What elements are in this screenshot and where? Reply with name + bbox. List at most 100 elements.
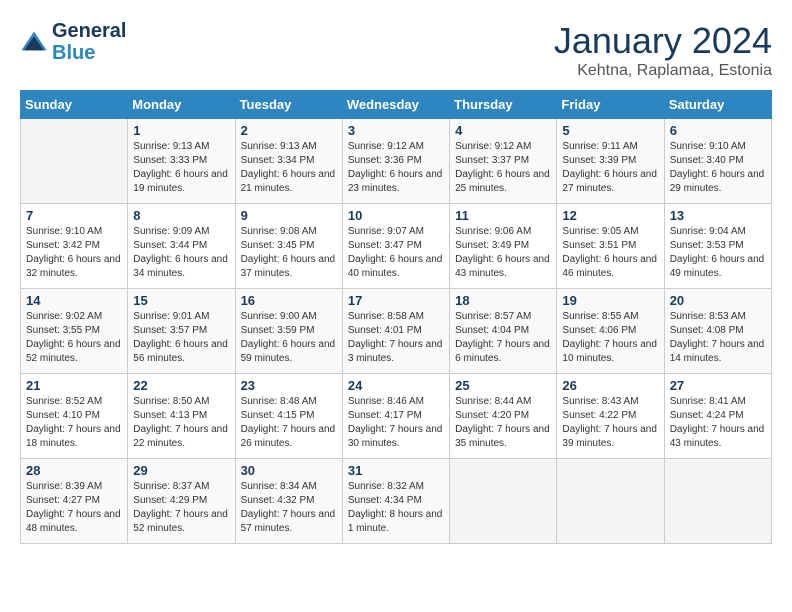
month-title: January 2024 <box>554 20 772 62</box>
sunrise-text: Sunrise: 8:57 AM <box>455 310 551 324</box>
day-number: 25 <box>455 378 551 393</box>
logo-icon <box>20 28 48 56</box>
daylight-text: Daylight: 7 hours and 14 minutes. <box>670 338 766 366</box>
sunset-text: Sunset: 4:13 PM <box>133 409 229 423</box>
day-number: 22 <box>133 378 229 393</box>
daylight-text: Daylight: 7 hours and 22 minutes. <box>133 423 229 451</box>
daylight-text: Daylight: 6 hours and 34 minutes. <box>133 253 229 281</box>
calendar-cell: 28 Sunrise: 8:39 AM Sunset: 4:27 PM Dayl… <box>21 459 128 544</box>
daylight-text: Daylight: 6 hours and 25 minutes. <box>455 168 551 196</box>
calendar-cell: 4 Sunrise: 9:12 AM Sunset: 3:37 PM Dayli… <box>450 119 557 204</box>
daylight-text: Daylight: 6 hours and 27 minutes. <box>562 168 658 196</box>
daylight-text: Daylight: 7 hours and 48 minutes. <box>26 508 122 536</box>
cell-detail: Sunrise: 8:53 AM Sunset: 4:08 PM Dayligh… <box>670 310 766 366</box>
cell-detail: Sunrise: 8:32 AM Sunset: 4:34 PM Dayligh… <box>348 480 444 536</box>
sunset-text: Sunset: 3:45 PM <box>241 239 337 253</box>
cell-detail: Sunrise: 9:08 AM Sunset: 3:45 PM Dayligh… <box>241 225 337 281</box>
calendar-cell: 22 Sunrise: 8:50 AM Sunset: 4:13 PM Dayl… <box>128 374 235 459</box>
calendar-cell: 15 Sunrise: 9:01 AM Sunset: 3:57 PM Dayl… <box>128 289 235 374</box>
day-number: 26 <box>562 378 658 393</box>
calendar-cell: 18 Sunrise: 8:57 AM Sunset: 4:04 PM Dayl… <box>450 289 557 374</box>
sunset-text: Sunset: 3:39 PM <box>562 154 658 168</box>
calendar-week-2: 7 Sunrise: 9:10 AM Sunset: 3:42 PM Dayli… <box>21 204 772 289</box>
sunrise-text: Sunrise: 8:55 AM <box>562 310 658 324</box>
daylight-text: Daylight: 6 hours and 49 minutes. <box>670 253 766 281</box>
sunset-text: Sunset: 4:04 PM <box>455 324 551 338</box>
day-number: 29 <box>133 463 229 478</box>
sunset-text: Sunset: 4:29 PM <box>133 494 229 508</box>
cell-detail: Sunrise: 9:12 AM Sunset: 3:36 PM Dayligh… <box>348 140 444 196</box>
sunset-text: Sunset: 4:17 PM <box>348 409 444 423</box>
calendar-cell: 25 Sunrise: 8:44 AM Sunset: 4:20 PM Dayl… <box>450 374 557 459</box>
day-number: 27 <box>670 378 766 393</box>
calendar-week-5: 28 Sunrise: 8:39 AM Sunset: 4:27 PM Dayl… <box>21 459 772 544</box>
cell-detail: Sunrise: 9:12 AM Sunset: 3:37 PM Dayligh… <box>455 140 551 196</box>
calendar-cell: 20 Sunrise: 8:53 AM Sunset: 4:08 PM Dayl… <box>664 289 771 374</box>
cell-detail: Sunrise: 9:02 AM Sunset: 3:55 PM Dayligh… <box>26 310 122 366</box>
sunrise-text: Sunrise: 9:10 AM <box>26 225 122 239</box>
daylight-text: Daylight: 6 hours and 32 minutes. <box>26 253 122 281</box>
day-number: 14 <box>26 293 122 308</box>
sunrise-text: Sunrise: 9:13 AM <box>133 140 229 154</box>
sunset-text: Sunset: 3:40 PM <box>670 154 766 168</box>
location-subtitle: Kehtna, Raplamaa, Estonia <box>554 62 772 80</box>
daylight-text: Daylight: 6 hours and 19 minutes. <box>133 168 229 196</box>
sunset-text: Sunset: 4:20 PM <box>455 409 551 423</box>
cell-detail: Sunrise: 9:10 AM Sunset: 3:42 PM Dayligh… <box>26 225 122 281</box>
sunset-text: Sunset: 3:53 PM <box>670 239 766 253</box>
sunrise-text: Sunrise: 8:44 AM <box>455 395 551 409</box>
sunset-text: Sunset: 3:44 PM <box>133 239 229 253</box>
cell-detail: Sunrise: 8:57 AM Sunset: 4:04 PM Dayligh… <box>455 310 551 366</box>
day-number: 20 <box>670 293 766 308</box>
sunset-text: Sunset: 4:08 PM <box>670 324 766 338</box>
logo: General Blue <box>20 20 126 64</box>
cell-detail: Sunrise: 9:09 AM Sunset: 3:44 PM Dayligh… <box>133 225 229 281</box>
calendar-cell <box>557 459 664 544</box>
daylight-text: Daylight: 6 hours and 37 minutes. <box>241 253 337 281</box>
sunset-text: Sunset: 4:06 PM <box>562 324 658 338</box>
sunset-text: Sunset: 3:59 PM <box>241 324 337 338</box>
daylight-text: Daylight: 6 hours and 29 minutes. <box>670 168 766 196</box>
day-number: 1 <box>133 123 229 138</box>
title-block: January 2024 Kehtna, Raplamaa, Estonia <box>554 20 772 80</box>
sunset-text: Sunset: 3:51 PM <box>562 239 658 253</box>
day-number: 19 <box>562 293 658 308</box>
daylight-text: Daylight: 6 hours and 40 minutes. <box>348 253 444 281</box>
sunrise-text: Sunrise: 9:06 AM <box>455 225 551 239</box>
day-number: 17 <box>348 293 444 308</box>
day-number: 31 <box>348 463 444 478</box>
day-number: 7 <box>26 208 122 223</box>
calendar-cell: 16 Sunrise: 9:00 AM Sunset: 3:59 PM Dayl… <box>235 289 342 374</box>
cell-detail: Sunrise: 8:39 AM Sunset: 4:27 PM Dayligh… <box>26 480 122 536</box>
sunrise-text: Sunrise: 8:53 AM <box>670 310 766 324</box>
header-wednesday: Wednesday <box>342 91 449 119</box>
daylight-text: Daylight: 6 hours and 59 minutes. <box>241 338 337 366</box>
day-number: 24 <box>348 378 444 393</box>
calendar-cell: 5 Sunrise: 9:11 AM Sunset: 3:39 PM Dayli… <box>557 119 664 204</box>
calendar-cell <box>664 459 771 544</box>
sunrise-text: Sunrise: 9:04 AM <box>670 225 766 239</box>
calendar-cell: 6 Sunrise: 9:10 AM Sunset: 3:40 PM Dayli… <box>664 119 771 204</box>
cell-detail: Sunrise: 8:41 AM Sunset: 4:24 PM Dayligh… <box>670 395 766 451</box>
calendar-cell: 7 Sunrise: 9:10 AM Sunset: 3:42 PM Dayli… <box>21 204 128 289</box>
day-number: 9 <box>241 208 337 223</box>
header-friday: Friday <box>557 91 664 119</box>
calendar-cell: 3 Sunrise: 9:12 AM Sunset: 3:36 PM Dayli… <box>342 119 449 204</box>
day-number: 18 <box>455 293 551 308</box>
daylight-text: Daylight: 7 hours and 10 minutes. <box>562 338 658 366</box>
sunset-text: Sunset: 3:47 PM <box>348 239 444 253</box>
calendar-cell: 26 Sunrise: 8:43 AM Sunset: 4:22 PM Dayl… <box>557 374 664 459</box>
daylight-text: Daylight: 7 hours and 6 minutes. <box>455 338 551 366</box>
cell-detail: Sunrise: 9:00 AM Sunset: 3:59 PM Dayligh… <box>241 310 337 366</box>
calendar-header: Sunday Monday Tuesday Wednesday Thursday… <box>21 91 772 119</box>
sunrise-text: Sunrise: 8:48 AM <box>241 395 337 409</box>
calendar-week-1: 1 Sunrise: 9:13 AM Sunset: 3:33 PM Dayli… <box>21 119 772 204</box>
calendar-cell: 12 Sunrise: 9:05 AM Sunset: 3:51 PM Dayl… <box>557 204 664 289</box>
calendar-cell: 30 Sunrise: 8:34 AM Sunset: 4:32 PM Dayl… <box>235 459 342 544</box>
sunrise-text: Sunrise: 9:05 AM <box>562 225 658 239</box>
daylight-text: Daylight: 7 hours and 52 minutes. <box>133 508 229 536</box>
sunrise-text: Sunrise: 9:09 AM <box>133 225 229 239</box>
cell-detail: Sunrise: 9:06 AM Sunset: 3:49 PM Dayligh… <box>455 225 551 281</box>
day-number: 21 <box>26 378 122 393</box>
sunrise-text: Sunrise: 8:39 AM <box>26 480 122 494</box>
